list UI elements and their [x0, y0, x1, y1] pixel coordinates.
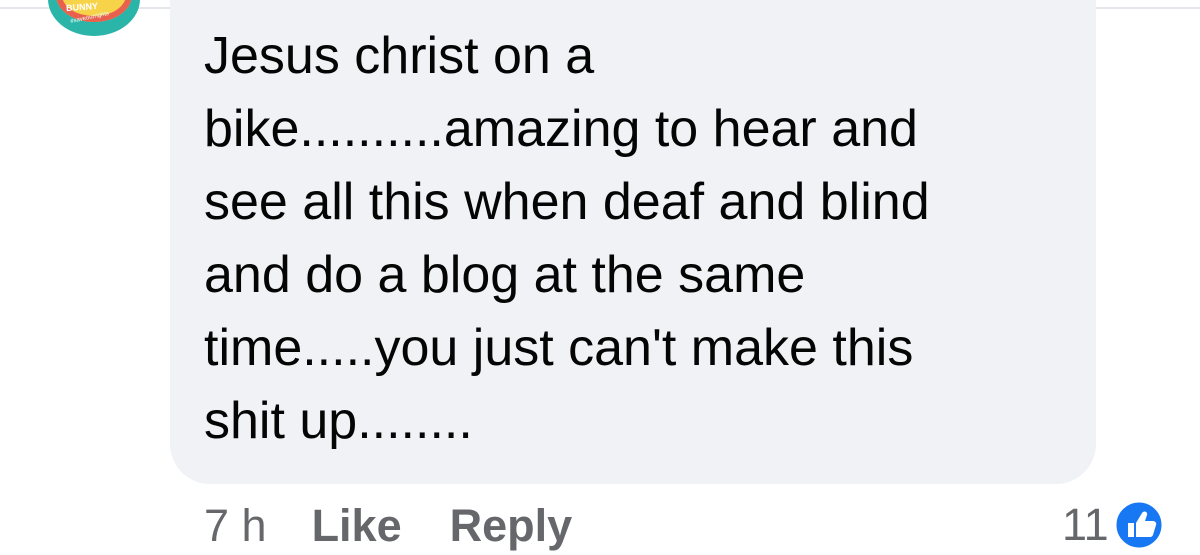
comment-line: Jesus christ on a — [204, 27, 595, 85]
comment-line: bike..........amazing to hear and — [204, 100, 918, 158]
comment-line: shit up........ — [204, 392, 473, 450]
timestamp[interactable]: 7 h — [204, 500, 267, 552]
reaction-summary[interactable]: 11 — [1062, 496, 1165, 554]
comment-line: and do a blog at the same — [204, 246, 806, 304]
comment-line: see all this when deaf and blind — [204, 173, 930, 231]
avatar[interactable]: BUNNY #saveourrights — [48, 0, 140, 36]
reply-button[interactable]: Reply — [450, 500, 573, 552]
comment-line: time.....you just can't make this — [204, 319, 914, 377]
comment-actions: 7 h Like Reply — [204, 498, 572, 554]
like-thumb-icon — [1113, 499, 1165, 551]
comment-text: Jesus christ on a bike..........amazing … — [204, 20, 1084, 458]
like-button[interactable]: Like — [312, 500, 402, 552]
reaction-count: 11 — [1062, 499, 1109, 550]
